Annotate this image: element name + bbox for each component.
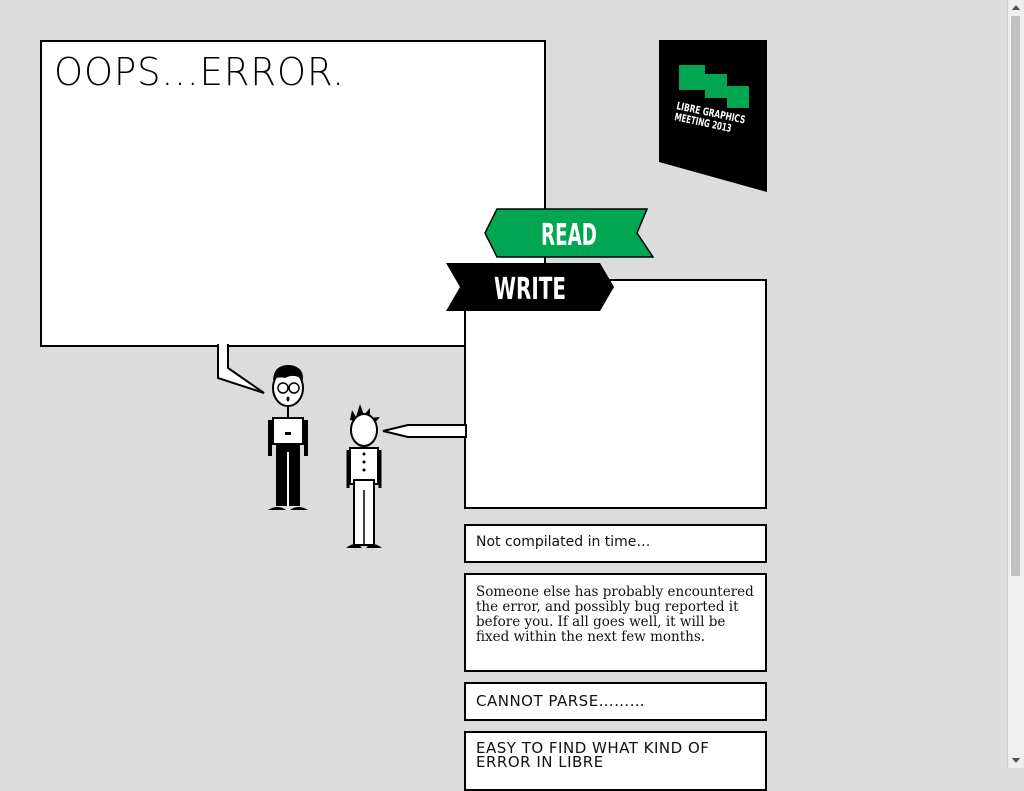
main-bubble-tail — [217, 344, 265, 394]
vertical-scrollbar[interactable] — [1007, 0, 1024, 768]
write-ribbon[interactable]: WRITE — [444, 261, 616, 313]
message-not-compiled: Not compilated in time… — [464, 524, 767, 563]
read-label: READ — [541, 218, 597, 253]
write-label: WRITE — [494, 272, 566, 307]
lgm-logo: LIBRE GRAPHICS MEETING 2013 — [659, 40, 767, 192]
message-cannot-parse: CANNOT PARSE……… — [464, 682, 767, 721]
message-easy-to-find: EASY TO FIND WHAT KIND OF ERROR IN LIBRE — [464, 731, 767, 791]
scroll-down-arrow-icon[interactable] — [1008, 752, 1024, 768]
stick-figures — [217, 340, 467, 548]
read-ribbon[interactable]: READ — [483, 207, 655, 259]
scrollbar-thumb[interactable] — [1011, 16, 1020, 576]
write-panel — [464, 279, 767, 509]
scroll-up-arrow-icon[interactable] — [1008, 0, 1024, 16]
message-bug-reported: Someone else has probably encountered th… — [464, 573, 767, 672]
error-title: OOPS...ERROR. — [54, 50, 345, 94]
figure-spiky — [346, 404, 382, 548]
write-panel-tail — [382, 424, 467, 438]
figure-glasses — [268, 364, 308, 510]
